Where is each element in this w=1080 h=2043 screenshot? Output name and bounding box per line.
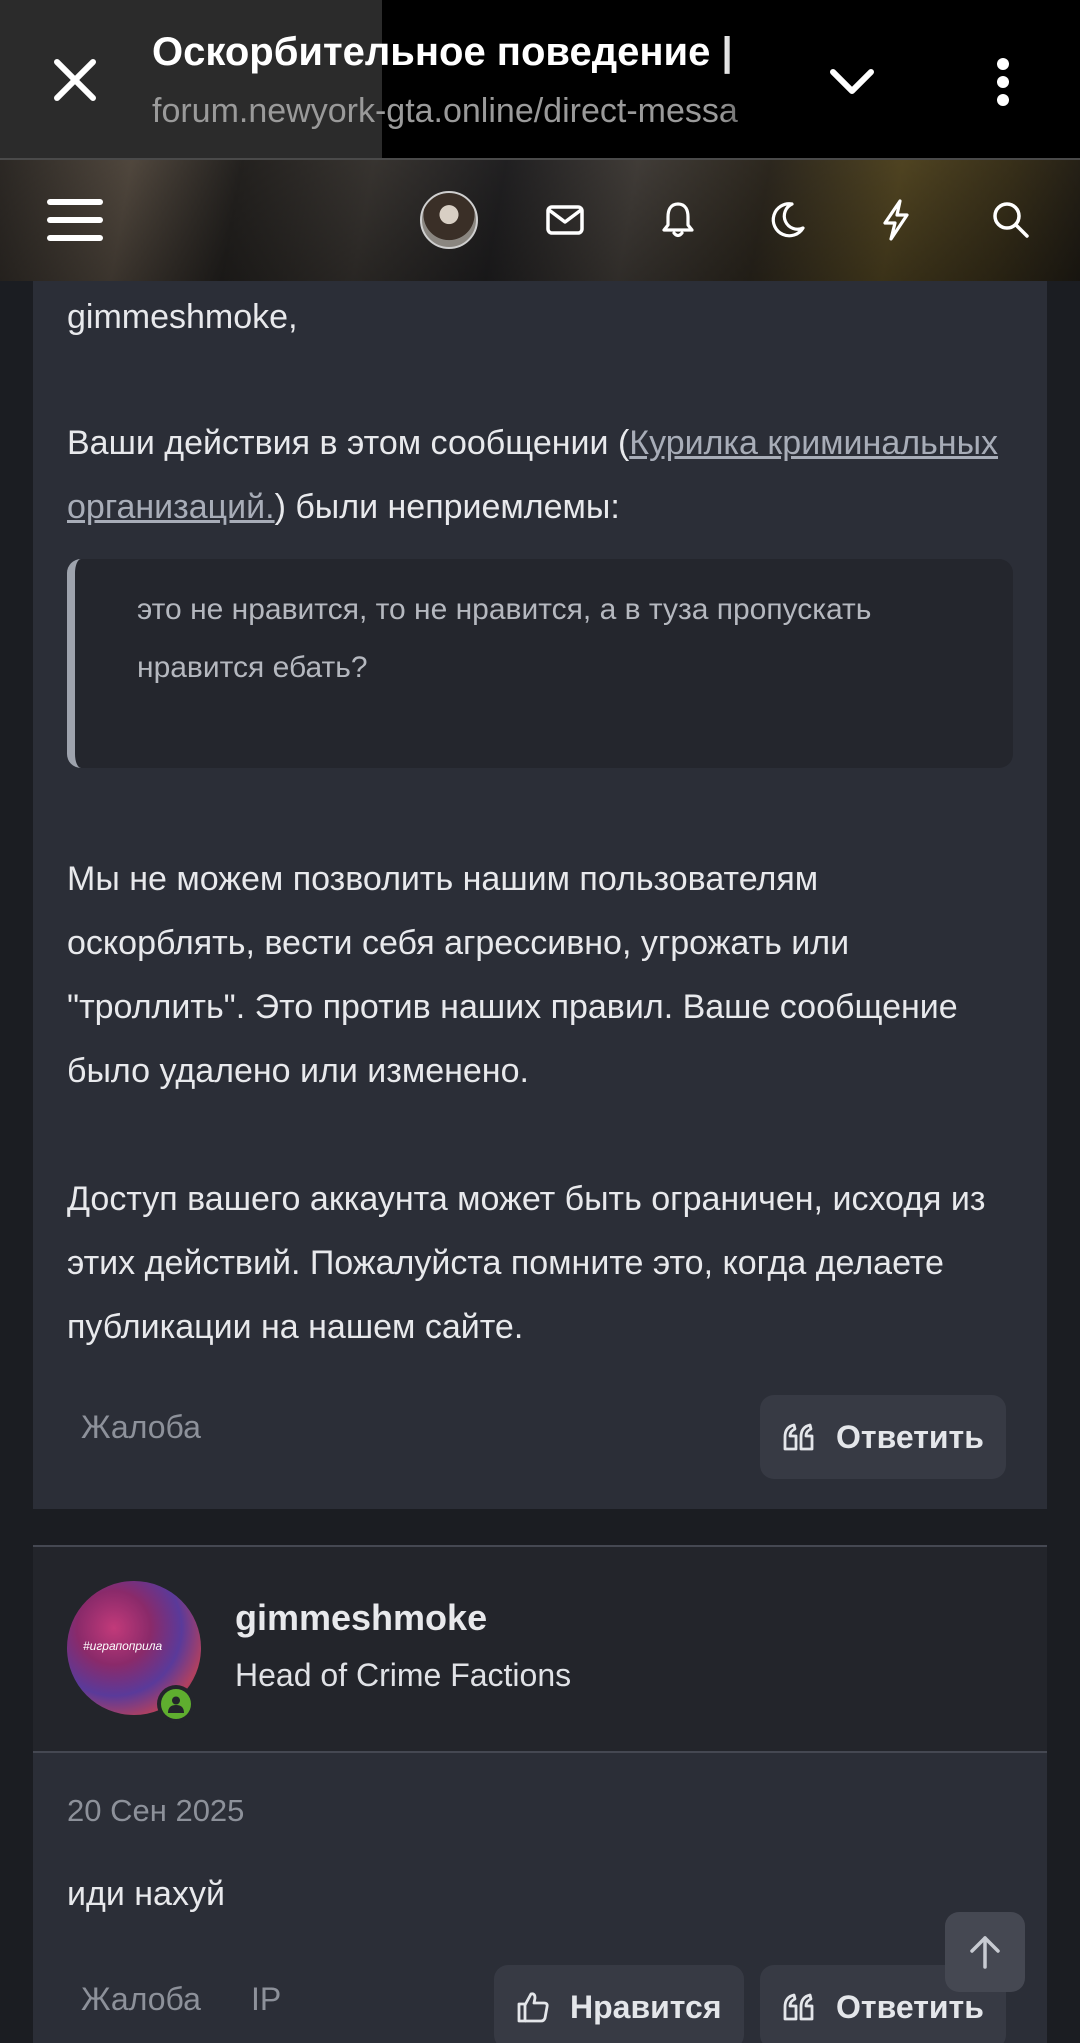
page-url[interactable]: forum.newyork-gta.online/direct-messa — [152, 92, 778, 131]
menu-icon — [47, 199, 103, 241]
reply-button[interactable]: Ответить — [760, 1395, 1006, 1479]
page-title: Оскорбительное поведение | — [152, 30, 733, 74]
account-button[interactable] — [414, 180, 484, 260]
moon-icon — [771, 202, 805, 238]
scroll-top-button[interactable] — [945, 1912, 1025, 1992]
author-title: Head of Crime Factions — [235, 1657, 572, 1693]
reply-label: Ответить — [836, 1988, 984, 2025]
quote-icon — [783, 1423, 814, 1451]
rules-paragraph: Мы не можем позволить нашим пользователя… — [67, 860, 958, 1090]
reply-label: Ответить — [836, 1418, 984, 1455]
ip-link[interactable]: IP — [251, 1981, 281, 2018]
greeting: gimmeshmoke, — [67, 298, 298, 336]
reply-card: 20 Сен 2025 иди нахуй Жалоба IP Нравится… — [33, 1753, 1047, 2043]
author-card: #играпоприла gimmeshmoke Head of Crime F… — [33, 1547, 1047, 1751]
quote-block: это не нравится, то не нравится, а в туз… — [67, 559, 1013, 768]
restriction-paragraph: Доступ вашего аккаунта может быть ограни… — [67, 1180, 986, 1346]
message-card: gimmeshmoke, Ваши действия в этом сообще… — [33, 281, 1047, 1509]
menu-button[interactable] — [40, 180, 110, 260]
intro-prefix: Ваши действия в этом сообщении ( — [67, 424, 630, 462]
search-button[interactable] — [986, 180, 1036, 260]
expand-button[interactable] — [820, 50, 884, 114]
messages-button[interactable] — [540, 180, 590, 260]
author-name[interactable]: gimmeshmoke — [235, 1597, 487, 1639]
quote-icon — [783, 1993, 814, 2021]
title-fade — [720, 20, 800, 140]
user-icon — [168, 1696, 184, 1713]
bell-icon — [662, 202, 694, 238]
like-button[interactable]: Нравится — [494, 1965, 744, 2043]
forum-header — [0, 158, 1080, 281]
online-status — [157, 1685, 195, 1723]
report-link[interactable]: Жалоба — [81, 1981, 201, 2018]
close-icon — [54, 59, 96, 101]
browser-toolbar: Оскорбительное поведение | forum.newyork… — [0, 0, 1080, 158]
quote-text: это не нравится, то не нравится, а в туз… — [137, 593, 872, 684]
theme-toggle-button[interactable] — [763, 180, 813, 260]
arrow-up-icon — [970, 1936, 1000, 1969]
thumbs-up-icon — [517, 1992, 549, 2023]
close-tab-button[interactable] — [40, 40, 110, 120]
like-label: Нравится — [570, 1988, 722, 2025]
mail-icon — [546, 205, 584, 235]
avatar — [420, 191, 478, 249]
lightning-icon — [883, 199, 909, 241]
search-icon — [993, 202, 1029, 238]
post-text: иди нахуй — [67, 1875, 225, 1913]
whats-new-button[interactable] — [871, 180, 921, 260]
more-vertical-icon — [997, 58, 1009, 106]
intro-text: Ваши действия в этом сообщении (Курилка … — [67, 411, 1007, 539]
report-link[interactable]: Жалоба — [81, 1409, 201, 1446]
alerts-button[interactable] — [653, 180, 703, 260]
more-options-button[interactable] — [975, 50, 1031, 114]
post-date[interactable]: 20 Сен 2025 — [67, 1793, 244, 1829]
intro-suffix: ) были неприемлемы: — [274, 488, 620, 526]
avatar-caption: #играпоприла — [83, 1639, 163, 1653]
chevron-down-icon — [830, 69, 874, 94]
